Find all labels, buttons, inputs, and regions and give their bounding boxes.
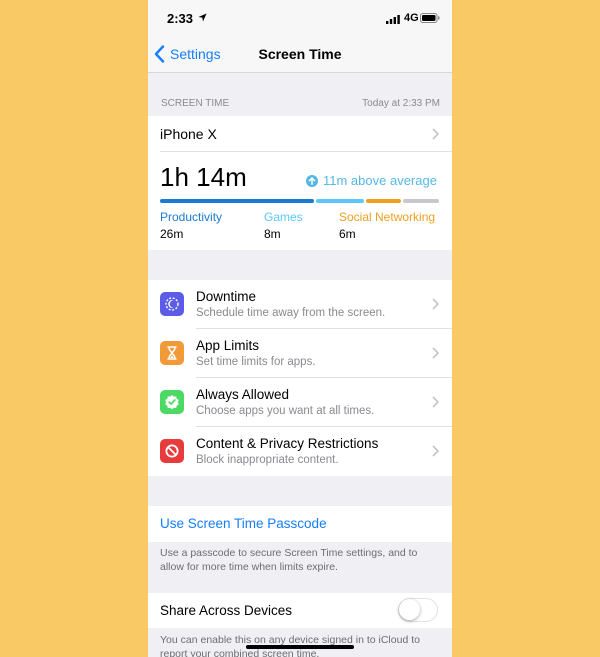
arrow-up-circle-icon	[306, 174, 318, 187]
menu-item-title: Downtime	[196, 289, 257, 304]
menu-item-app-limits[interactable]: App Limits Set time limits for apps.	[148, 329, 452, 378]
menu-item-content-privacy[interactable]: Content & Privacy Restrictions Block ina…	[148, 427, 452, 476]
network-type: 4G	[404, 12, 419, 24]
total-screen-time: 1h 14m	[160, 162, 247, 192]
menu-item-subtitle: Set time limits for apps.	[196, 356, 316, 368]
chevron-right-icon	[432, 298, 439, 310]
category-games-value: 8m	[264, 227, 281, 241]
toggle-knob	[399, 599, 420, 620]
status-bar: 2:33 4G	[148, 0, 452, 36]
chevron-right-icon	[432, 347, 439, 359]
category-productivity-value: 26m	[160, 227, 184, 241]
share-toggle[interactable]	[398, 598, 438, 622]
category-social-label: Social Networking	[339, 210, 436, 224]
home-indicator	[246, 645, 354, 649]
device-name: iPhone X	[160, 126, 217, 142]
no-entry-icon	[160, 439, 184, 463]
menu-item-title: Always Allowed	[196, 387, 290, 402]
cellular-signal-icon	[386, 15, 400, 24]
hourglass-icon	[160, 341, 184, 365]
category-social-value: 6m	[339, 227, 356, 241]
section-header-label: SCREEN TIME	[161, 98, 230, 109]
average-comparison: 11m above average	[306, 173, 437, 188]
menu-item-title: Content & Privacy Restrictions	[196, 436, 379, 451]
navigation-bar: Settings Screen Time	[148, 36, 452, 73]
category-productivity-label: Productivity	[160, 210, 223, 224]
page-title: Screen Time	[258, 46, 342, 62]
battery-icon	[420, 13, 440, 23]
device-row[interactable]: iPhone X	[148, 116, 452, 151]
phone-screen: 2:33 4G Settings Screen Time SCREEN TIME…	[148, 0, 452, 657]
menu-item-subtitle: Choose apps you want at all times.	[196, 405, 375, 417]
usage-bar-segment-social-networking	[365, 199, 402, 203]
menu-item-subtitle: Block inappropriate content.	[196, 454, 339, 466]
usage-bar-segment-productivity	[160, 199, 315, 203]
passcode-footnote: Use a passcode to secure Screen Time set…	[160, 547, 418, 573]
menu-item-downtime[interactable]: Downtime Schedule time away from the scr…	[148, 280, 452, 329]
section-header: SCREEN TIME Today at 2:33 PM	[161, 98, 440, 109]
average-note: 11m above average	[323, 173, 437, 188]
chevron-right-icon	[432, 396, 439, 408]
status-time: 2:33	[167, 11, 194, 26]
use-passcode-button[interactable]: Use Screen Time Passcode	[160, 516, 327, 531]
share-label: Share Across Devices	[160, 603, 293, 618]
menu-item-title: App Limits	[196, 338, 260, 353]
usage-bar-segment-games	[316, 199, 364, 203]
category-games-label: Games	[264, 210, 303, 224]
location-arrow-icon	[198, 13, 207, 22]
chevron-right-icon	[432, 128, 439, 140]
usage-bar-segment-other	[403, 199, 439, 203]
chevron-right-icon	[432, 445, 439, 457]
menu-item-always-allowed[interactable]: Always Allowed Choose apps you want at a…	[148, 378, 452, 427]
downtime-icon	[160, 292, 184, 316]
section-timestamp: Today at 2:33 PM	[362, 98, 440, 109]
checkmark-seal-icon	[160, 390, 184, 414]
menu-item-subtitle: Schedule time away from the screen.	[196, 307, 386, 319]
